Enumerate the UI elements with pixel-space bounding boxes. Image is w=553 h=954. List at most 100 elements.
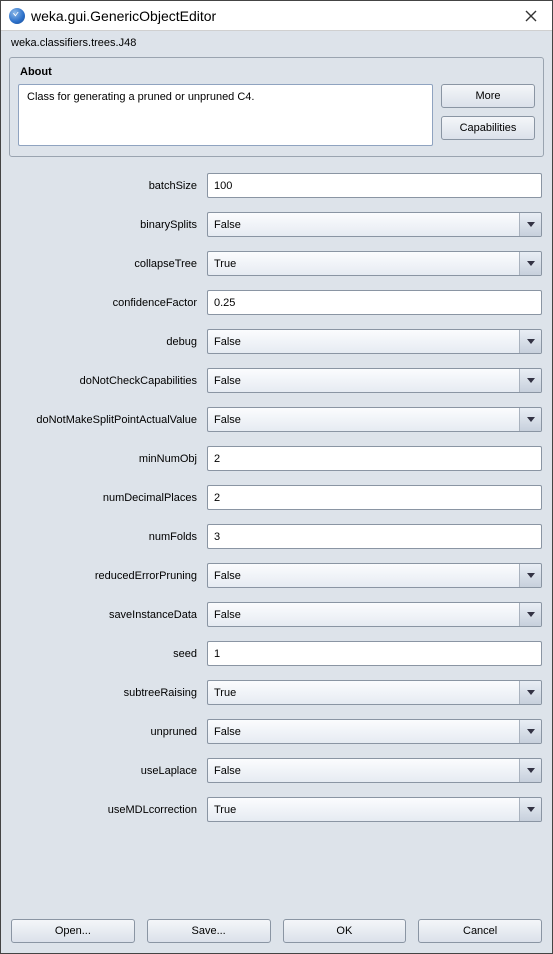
combo-value: False	[208, 414, 519, 426]
confidenceFactor-input[interactable]	[207, 290, 542, 315]
about-row: Class for generating a pruned or unprune…	[18, 84, 535, 146]
chevron-down-icon	[527, 807, 535, 813]
param-label: minNumObj	[11, 453, 207, 465]
reducedErrorPruning-combo[interactable]: False	[207, 563, 542, 588]
param-row-numDecimalPlaces: numDecimalPlaces	[11, 485, 542, 510]
capabilities-button[interactable]: Capabilities	[441, 116, 535, 140]
param-label: seed	[11, 648, 207, 660]
more-button[interactable]: More	[441, 84, 535, 108]
param-label: collapseTree	[11, 258, 207, 270]
param-row-confidenceFactor: confidenceFactor	[11, 290, 542, 315]
param-field: False	[207, 329, 542, 354]
param-field	[207, 524, 542, 549]
about-panel: About Class for generating a pruned or u…	[9, 57, 544, 157]
combo-arrow	[519, 720, 541, 743]
param-field	[207, 173, 542, 198]
param-label: subtreeRaising	[11, 687, 207, 699]
cancel-button[interactable]: Cancel	[418, 919, 542, 943]
close-button[interactable]	[518, 3, 544, 29]
param-row-subtreeRaising: subtreeRaisingTrue	[11, 680, 542, 705]
param-field: False	[207, 719, 542, 744]
weka-icon	[9, 8, 25, 24]
param-label: batchSize	[11, 180, 207, 192]
param-field: True	[207, 251, 542, 276]
param-field	[207, 641, 542, 666]
about-description: Class for generating a pruned or unprune…	[18, 84, 433, 146]
combo-value: False	[208, 570, 519, 582]
param-row-useLaplace: useLaplaceFalse	[11, 758, 542, 783]
useLaplace-combo[interactable]: False	[207, 758, 542, 783]
numDecimalPlaces-input[interactable]	[207, 485, 542, 510]
debug-combo[interactable]: False	[207, 329, 542, 354]
param-row-minNumObj: minNumObj	[11, 446, 542, 471]
combo-value: False	[208, 609, 519, 621]
combo-value: False	[208, 219, 519, 231]
dialog-body: weka.classifiers.trees.J48 About Class f…	[1, 31, 552, 953]
param-field: False	[207, 563, 542, 588]
param-label: numFolds	[11, 531, 207, 543]
batchSize-input[interactable]	[207, 173, 542, 198]
param-label: debug	[11, 336, 207, 348]
window-title: weka.gui.GenericObjectEditor	[31, 8, 518, 24]
about-buttons: More Capabilities	[441, 84, 535, 146]
param-label: useMDLcorrection	[11, 804, 207, 816]
param-label: saveInstanceData	[11, 609, 207, 621]
combo-arrow	[519, 252, 541, 275]
param-field: False	[207, 368, 542, 393]
param-field	[207, 290, 542, 315]
chevron-down-icon	[527, 612, 535, 618]
combo-arrow	[519, 408, 541, 431]
param-row-batchSize: batchSize	[11, 173, 542, 198]
open-button[interactable]: Open...	[11, 919, 135, 943]
doNotCheckCapabilities-combo[interactable]: False	[207, 368, 542, 393]
param-row-binarySplits: binarySplitsFalse	[11, 212, 542, 237]
combo-arrow	[519, 369, 541, 392]
useMDLcorrection-combo[interactable]: True	[207, 797, 542, 822]
binarySplits-combo[interactable]: False	[207, 212, 542, 237]
param-field: False	[207, 602, 542, 627]
param-row-useMDLcorrection: useMDLcorrectionTrue	[11, 797, 542, 822]
classpath-label: weka.classifiers.trees.J48	[1, 31, 552, 53]
combo-arrow	[519, 564, 541, 587]
bottom-bar: Open... Save... OK Cancel	[1, 911, 552, 953]
combo-value: False	[208, 375, 519, 387]
param-row-doNotMakeSplitPointActualValue: doNotMakeSplitPointActualValueFalse	[11, 407, 542, 432]
ok-button[interactable]: OK	[283, 919, 407, 943]
param-label: doNotCheckCapabilities	[11, 375, 207, 387]
combo-value: True	[208, 804, 519, 816]
titlebar: weka.gui.GenericObjectEditor	[1, 1, 552, 31]
param-field: False	[207, 407, 542, 432]
param-field: True	[207, 680, 542, 705]
param-row-unpruned: unprunedFalse	[11, 719, 542, 744]
saveInstanceData-combo[interactable]: False	[207, 602, 542, 627]
param-field: True	[207, 797, 542, 822]
close-icon	[525, 10, 537, 22]
param-label: unpruned	[11, 726, 207, 738]
param-row-numFolds: numFolds	[11, 524, 542, 549]
param-row-doNotCheckCapabilities: doNotCheckCapabilitiesFalse	[11, 368, 542, 393]
combo-value: True	[208, 258, 519, 270]
chevron-down-icon	[527, 573, 535, 579]
save-button[interactable]: Save...	[147, 919, 271, 943]
collapseTree-combo[interactable]: True	[207, 251, 542, 276]
param-row-seed: seed	[11, 641, 542, 666]
param-label: useLaplace	[11, 765, 207, 777]
seed-input[interactable]	[207, 641, 542, 666]
params-container: batchSizebinarySplitsFalsecollapseTreeTr…	[1, 167, 552, 911]
doNotMakeSplitPointActualValue-combo[interactable]: False	[207, 407, 542, 432]
param-field	[207, 485, 542, 510]
minNumObj-input[interactable]	[207, 446, 542, 471]
combo-arrow	[519, 603, 541, 626]
combo-arrow	[519, 681, 541, 704]
chevron-down-icon	[527, 729, 535, 735]
numFolds-input[interactable]	[207, 524, 542, 549]
param-field: False	[207, 758, 542, 783]
combo-value: False	[208, 336, 519, 348]
chevron-down-icon	[527, 222, 535, 228]
param-row-collapseTree: collapseTreeTrue	[11, 251, 542, 276]
subtreeRaising-combo[interactable]: True	[207, 680, 542, 705]
param-label: binarySplits	[11, 219, 207, 231]
chevron-down-icon	[527, 261, 535, 267]
combo-value: False	[208, 726, 519, 738]
unpruned-combo[interactable]: False	[207, 719, 542, 744]
